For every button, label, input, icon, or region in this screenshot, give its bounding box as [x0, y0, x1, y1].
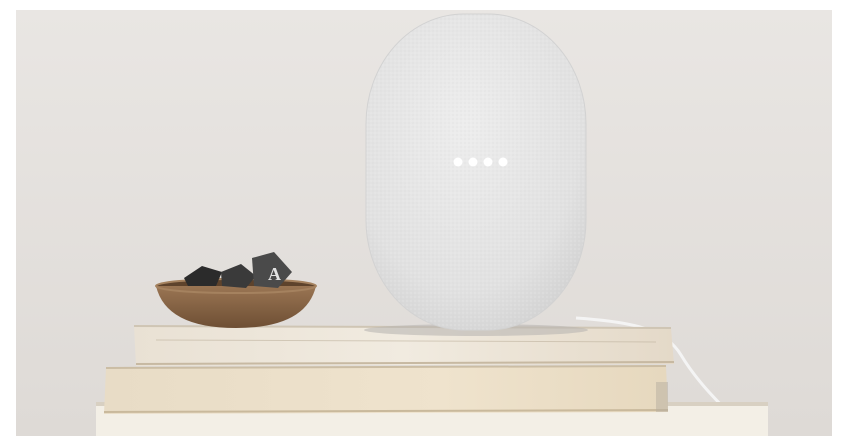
letter-block-glyph: A — [268, 264, 281, 284]
indicator-light-3 — [483, 157, 493, 167]
photo-frame: A — [16, 10, 832, 436]
middle-book — [103, 365, 669, 414]
indicator-light-4 — [498, 157, 508, 167]
smart-speaker — [365, 13, 587, 331]
product-photo: A — [16, 10, 832, 436]
indicator-light-1 — [453, 157, 463, 167]
indicator-light-2 — [468, 157, 478, 167]
